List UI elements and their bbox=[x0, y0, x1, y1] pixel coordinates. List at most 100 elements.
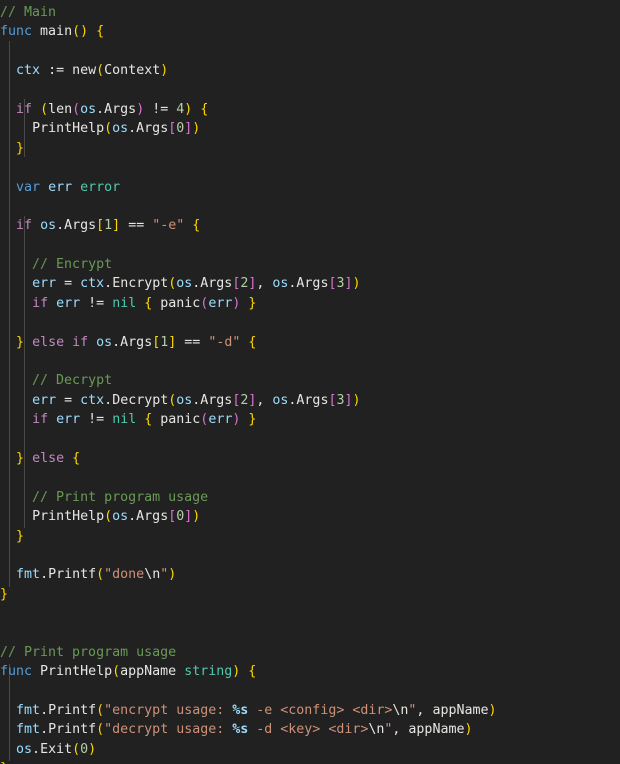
code-comment: // Decrypt bbox=[32, 373, 113, 389]
code-line: } bbox=[0, 759, 620, 764]
code-line: } else { bbox=[0, 449, 620, 468]
code-line: // Print program usage bbox=[0, 643, 620, 662]
token: Args bbox=[136, 121, 169, 137]
bracket-open: { bbox=[248, 334, 257, 350]
code-line: err = ctx.Decrypt(os.Args[2], os.Args[3]… bbox=[32, 392, 361, 408]
token: fmt bbox=[16, 703, 41, 719]
code-content[interactable]: // Main func main() { ctx := new(Context)… bbox=[0, 0, 620, 764]
format-verb: %s bbox=[232, 703, 249, 719]
token: Args bbox=[120, 334, 153, 350]
bracket-open: ( bbox=[40, 101, 49, 117]
token: main bbox=[40, 24, 73, 40]
bracket-open: { bbox=[248, 664, 257, 680]
token: if bbox=[32, 412, 49, 428]
code-comment: // Print program usage bbox=[0, 644, 177, 660]
code-comment: // Encrypt bbox=[32, 257, 113, 273]
code-line: if (len(os.Args) != 4) { bbox=[16, 101, 209, 117]
token: Printf bbox=[48, 722, 97, 738]
bracket-open: { bbox=[72, 450, 81, 466]
token: fmt bbox=[16, 722, 41, 738]
bracket-close: ] bbox=[344, 276, 353, 292]
code-comment: // Main bbox=[0, 5, 57, 20]
token: string bbox=[184, 664, 233, 680]
bracket-close: } bbox=[248, 412, 257, 428]
token: else bbox=[32, 334, 65, 350]
token: Args bbox=[200, 392, 233, 408]
bracket-close: } bbox=[16, 140, 25, 156]
bracket-open: ( bbox=[104, 121, 113, 137]
bracket-close: ) bbox=[168, 567, 177, 583]
token: appName bbox=[408, 722, 465, 738]
string-literal: " bbox=[104, 722, 113, 738]
code-line: var err error bbox=[0, 178, 620, 197]
token: err bbox=[32, 276, 57, 292]
code-editor[interactable]: // Main func main() { ctx := new(Context)… bbox=[0, 0, 620, 764]
bracket-close: } bbox=[16, 450, 25, 466]
token: appName bbox=[432, 703, 489, 719]
bracket-close: ] bbox=[344, 392, 353, 408]
escape-sequence: \n bbox=[368, 722, 385, 738]
token: nil bbox=[112, 412, 137, 428]
code-line: fmt.Printf("encrypt usage: %s -e <config… bbox=[16, 703, 497, 719]
bracket-close: ) bbox=[464, 722, 473, 738]
token: nil bbox=[112, 295, 137, 311]
token: len bbox=[48, 101, 73, 117]
token: os bbox=[272, 392, 289, 408]
string-literal: " bbox=[104, 703, 113, 719]
code-line: } bbox=[0, 527, 620, 546]
token: err bbox=[56, 412, 81, 428]
token: os bbox=[112, 121, 129, 137]
escape-sequence: \n bbox=[144, 567, 161, 583]
token: if bbox=[16, 218, 33, 234]
bracket-open: ( bbox=[72, 101, 81, 117]
code-line: if err != nil { panic(err) } bbox=[32, 295, 257, 311]
code-line: PrintHelp(os.Args[0]) bbox=[32, 121, 201, 137]
token: Args bbox=[104, 101, 137, 117]
bracket-close: ] bbox=[112, 218, 121, 234]
escape-sequence: \n bbox=[392, 703, 409, 719]
token: err bbox=[32, 392, 57, 408]
token: ctx bbox=[80, 392, 105, 408]
code-line: // Main bbox=[0, 3, 620, 22]
bracket-open: ( bbox=[104, 509, 113, 525]
bracket-close: ) bbox=[192, 121, 201, 137]
token: panic bbox=[160, 295, 201, 311]
token: ctx bbox=[16, 63, 41, 79]
code-line: func main() { bbox=[0, 22, 620, 41]
bracket-open: { bbox=[96, 24, 105, 40]
format-verb: %s bbox=[232, 722, 249, 738]
number-literal: 0 bbox=[80, 741, 89, 757]
token: new bbox=[72, 63, 97, 79]
bracket-open: { bbox=[200, 101, 209, 117]
token: err bbox=[56, 295, 81, 311]
token: func bbox=[0, 24, 33, 40]
bracket-close: } bbox=[0, 586, 9, 602]
bracket-close: ) bbox=[136, 101, 145, 117]
token: panic bbox=[160, 412, 201, 428]
token: os bbox=[176, 392, 193, 408]
code-line: // Decrypt bbox=[0, 371, 620, 390]
code-line: PrintHelp(os.Args[0]) bbox=[32, 509, 201, 525]
token: os bbox=[40, 218, 57, 234]
bracket-close: ) bbox=[80, 24, 89, 40]
token: fmt bbox=[16, 567, 41, 583]
code-line: } bbox=[0, 585, 620, 604]
code-line: } bbox=[0, 139, 620, 158]
token: Args bbox=[64, 218, 97, 234]
token: Printf bbox=[48, 567, 97, 583]
code-comment: // Print program usage bbox=[32, 489, 209, 505]
token: err bbox=[48, 179, 73, 195]
code-line: ctx := new(Context) bbox=[16, 63, 169, 79]
number-literal: 1 bbox=[104, 218, 113, 234]
token: else bbox=[32, 450, 65, 466]
token: PrintHelp bbox=[32, 121, 105, 137]
